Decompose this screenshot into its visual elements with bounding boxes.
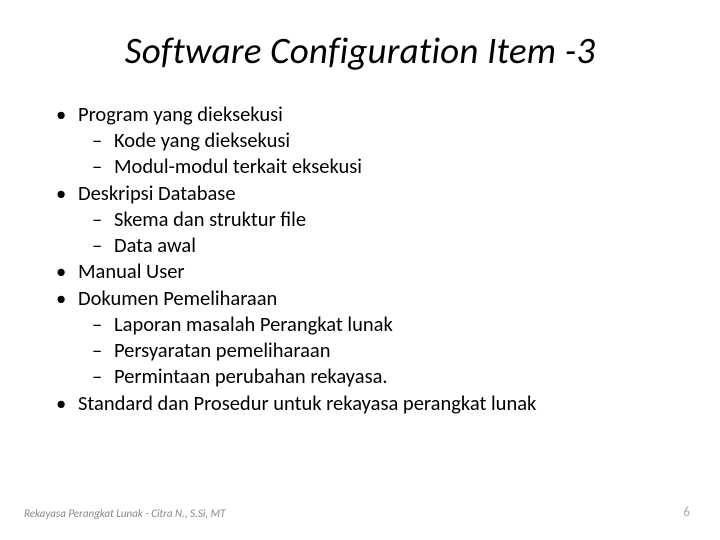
sub-list: Skema dan struktur file Data awal (78, 206, 672, 258)
list-item: Modul-modul terkait eksekusi (78, 153, 672, 179)
list-item-text: Kode yang dieksekusi (114, 127, 290, 153)
sub-list: Laporan masalah Perangkat lunak Persyara… (78, 311, 672, 390)
list-item: Skema dan struktur file (78, 206, 672, 232)
list-item-text: Skema dan struktur file (114, 206, 306, 232)
list-item: Permintaan perubahan rekayasa. (78, 363, 672, 389)
list-item-text: Persyaratan pemeliharaan (114, 337, 331, 363)
list-item-text: Deskripsi Database (78, 180, 236, 206)
list-item-text: Program yang dieksekusi (78, 101, 283, 127)
sub-list: Kode yang dieksekusi Modul-modul terkait… (78, 127, 672, 179)
list-item: Manual User (48, 258, 672, 284)
page-number: 6 (683, 505, 690, 520)
list-item-text: Modul-modul terkait eksekusi (114, 153, 362, 179)
list-item-text: Data awal (114, 232, 196, 258)
list-item: Deskripsi Database Skema dan struktur fi… (48, 180, 672, 259)
list-item: Persyaratan pemeliharaan (78, 337, 672, 363)
list-item: Laporan masalah Perangkat lunak (78, 311, 672, 337)
list-item-text: Permintaan perubahan rekayasa. (114, 363, 388, 389)
footer-text: Rekayasa Perangkat Lunak - Citra N., S.S… (24, 507, 225, 520)
slide: Software Configuration Item -3 Program y… (0, 0, 720, 540)
slide-title: Software Configuration Item -3 (48, 28, 672, 73)
slide-body: Program yang dieksekusi Kode yang diekse… (48, 101, 672, 416)
list-item-text: Standard dan Prosedur untuk rekayasa per… (78, 390, 536, 416)
list-item-text: Manual User (78, 258, 185, 284)
bullet-list: Program yang dieksekusi Kode yang diekse… (48, 101, 672, 416)
list-item-text: Dokumen Pemeliharaan (78, 285, 277, 311)
list-item: Kode yang dieksekusi (78, 127, 672, 153)
list-item-text: Laporan masalah Perangkat lunak (114, 311, 393, 337)
list-item: Dokumen Pemeliharaan Laporan masalah Per… (48, 285, 672, 390)
list-item: Program yang dieksekusi Kode yang diekse… (48, 101, 672, 180)
list-item: Data awal (78, 232, 672, 258)
list-item: Standard dan Prosedur untuk rekayasa per… (48, 390, 672, 416)
